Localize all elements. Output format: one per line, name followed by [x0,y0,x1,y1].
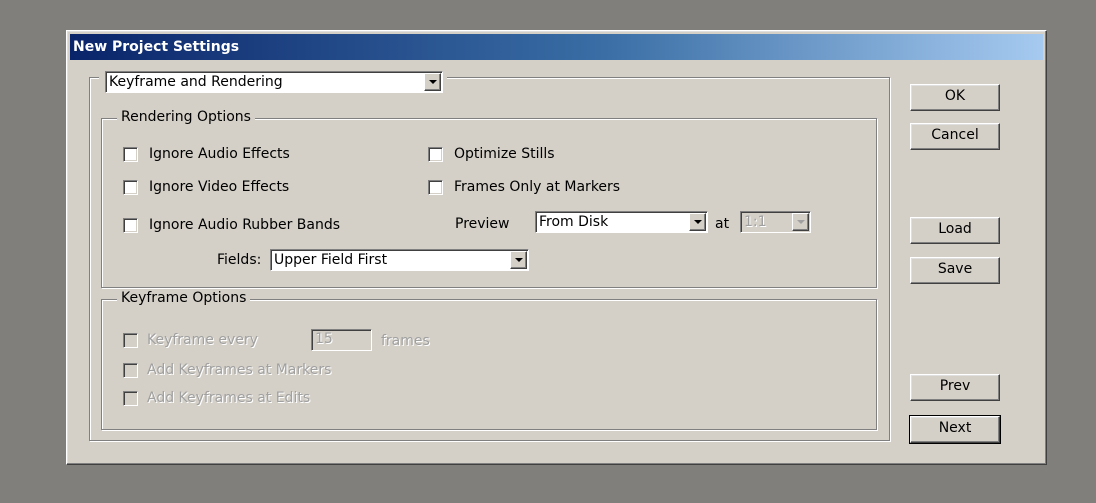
panel-selector-dropdown[interactable]: Keyframe and Rendering [105,71,443,93]
chevron-down-icon[interactable] [424,73,441,91]
add-keyframes-at-edits-checkbox [123,391,138,406]
ignore-audio-rubber-bands-label: Ignore Audio Rubber Bands [149,217,341,233]
rendering-options-legend: Rendering Options [117,109,255,125]
keyframe-every-label: Keyframe every [147,332,258,348]
ignore-audio-rubber-bands-checkbox[interactable] [123,218,138,233]
ignore-video-effects-label: Ignore Video Effects [149,179,290,195]
ignore-video-effects-checkbox[interactable] [123,180,138,195]
save-button[interactable]: Save [910,257,1000,284]
chevron-down-icon[interactable] [510,251,527,269]
fields-value: Upper Field First [274,252,388,268]
preview-value: From Disk [539,214,609,230]
keyframe-interval-input: 15 [311,329,372,351]
keyframe-options-legend: Keyframe Options [117,290,251,306]
frames-only-at-markers-checkbox[interactable] [428,180,443,195]
fields-label: Fields: [217,252,262,268]
add-keyframes-at-markers-label: Add Keyframes at Markers [147,362,332,378]
ratio-value: 1:1 [744,214,767,230]
at-label: at [715,216,730,232]
ratio-dropdown: 1:1 [740,211,811,233]
add-keyframes-at-edits-label: Add Keyframes at Edits [147,390,311,406]
frames-only-at-markers-label: Frames Only at Markers [454,179,621,195]
keyframe-every-checkbox [123,333,138,348]
preview-dropdown[interactable]: From Disk [535,211,708,233]
frames-label: frames [381,333,430,349]
load-button[interactable]: Load [910,217,1000,244]
ignore-audio-effects-checkbox[interactable] [123,147,138,162]
chevron-down-icon [792,213,809,231]
next-button[interactable]: Next [909,415,1001,444]
ok-button[interactable]: OK [910,84,1000,111]
cancel-button[interactable]: Cancel [910,123,1000,150]
add-keyframes-at-markers-checkbox [123,363,138,378]
chevron-down-icon[interactable] [689,213,706,231]
new-project-settings-dialog: New Project Settings Keyframe and Render… [66,30,1047,465]
dialog-title: New Project Settings [70,34,1043,60]
fields-dropdown[interactable]: Upper Field First [270,249,529,271]
panel-selector-value: Keyframe and Rendering [109,74,283,90]
optimize-stills-label: Optimize Stills [454,146,555,162]
optimize-stills-checkbox[interactable] [428,147,443,162]
prev-button[interactable]: Prev [910,374,1000,401]
preview-label: Preview [455,216,510,232]
ignore-audio-effects-label: Ignore Audio Effects [149,146,290,162]
